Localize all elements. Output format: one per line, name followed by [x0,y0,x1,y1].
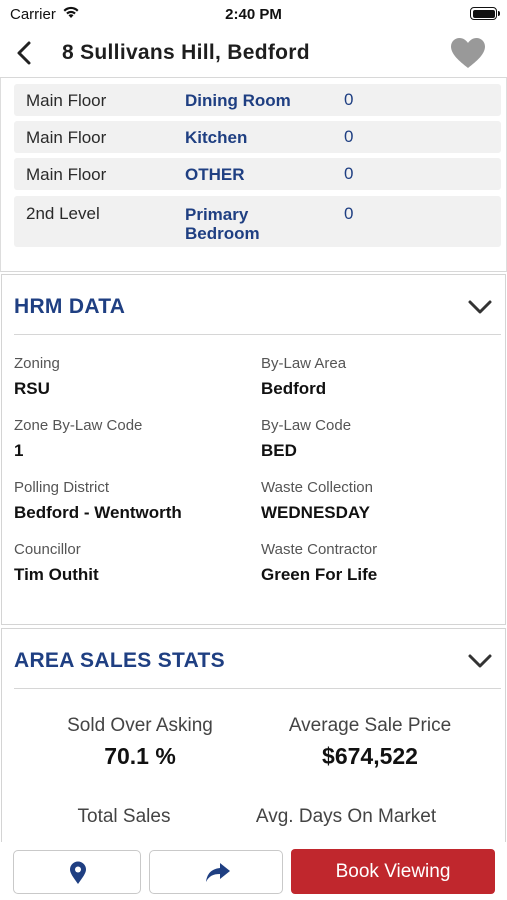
field-label: Zone By-Law Code [14,417,143,434]
room-row: 2nd Level Primary Bedroom 0 [14,196,501,247]
divider [14,334,501,335]
stat-label: Avg. Days On Market [255,806,437,827]
chevron-down-icon[interactable] [467,299,493,315]
chevron-down-icon[interactable] [467,653,493,669]
room-name: Dining Room [185,91,291,110]
field-label: Polling District [14,479,110,496]
room-name: OTHER [185,165,245,184]
rooms-section: Main Floor Dining Room 0 Main Floor Kitc… [0,78,507,272]
favorite-heart-icon[interactable] [449,36,487,70]
nav-bar: 8 Sullivans Hill, Bedford [0,28,507,78]
share-arrow-icon [206,863,230,882]
share-button[interactable] [149,850,283,894]
area-sales-stats-section: AREA SALES STATS Sold Over Asking 70.1 %… [1,628,506,858]
status-bar: Carrier 2:40 PM [0,0,507,28]
room-row: Main Floor Kitchen 0 [14,121,501,153]
room-name: Kitchen [185,128,248,147]
map-pin-icon [70,861,86,884]
clock-time: 2:40 PM [225,6,282,23]
field-label: Waste Collection [261,479,373,496]
bottom-action-bar: Book Viewing [0,842,507,900]
stat-value: $674,522 [322,743,418,769]
field-value: WEDNESDAY [261,503,370,522]
room-level: 2nd Level [26,204,100,223]
room-row: Main Floor OTHER 0 [14,158,501,190]
room-name: Primary Bedroom [185,205,260,243]
section-title-sales: AREA SALES STATS [14,649,225,672]
field-label: Waste Contractor [261,541,378,558]
divider [14,688,501,689]
room-row: Main Floor Dining Room 0 [14,84,501,116]
field-label: Zoning [14,355,60,372]
field-value: Bedford - Wentworth [14,503,182,522]
map-location-button[interactable] [13,850,141,894]
book-viewing-button[interactable]: Book Viewing [291,849,495,894]
field-label: By-Law Area [261,355,347,372]
back-chevron-icon[interactable] [12,38,36,68]
field-value: RSU [14,379,50,398]
field-label: By-Law Code [261,417,352,434]
stat-label: Average Sale Price [288,715,452,736]
room-value: 0 [344,164,354,183]
room-level: Main Floor [26,128,107,147]
section-title-hrm: HRM DATA [14,295,126,318]
stat-label: Total Sales [77,806,171,827]
battery-icon [470,7,500,20]
field-label: Councillor [14,541,81,558]
room-value: 0 [344,90,354,109]
room-level: Main Floor [26,165,107,184]
field-value: Tim Outhit [14,565,99,584]
page-title: 8 Sullivans Hill, Bedford [62,41,310,64]
field-value: BED [261,441,297,460]
room-value: 0 [344,127,354,146]
field-value: 1 [14,441,24,460]
room-value: 0 [344,204,354,223]
stat-value: 70.1 % [104,743,176,769]
stat-label: Sold Over Asking [67,715,213,736]
hrm-data-section: HRM DATA Zoning RSU By-Law Area Bedford … [1,274,506,625]
room-level: Main Floor [26,91,107,110]
field-value: Green For Life [261,565,378,584]
field-value: Bedford [261,379,327,398]
